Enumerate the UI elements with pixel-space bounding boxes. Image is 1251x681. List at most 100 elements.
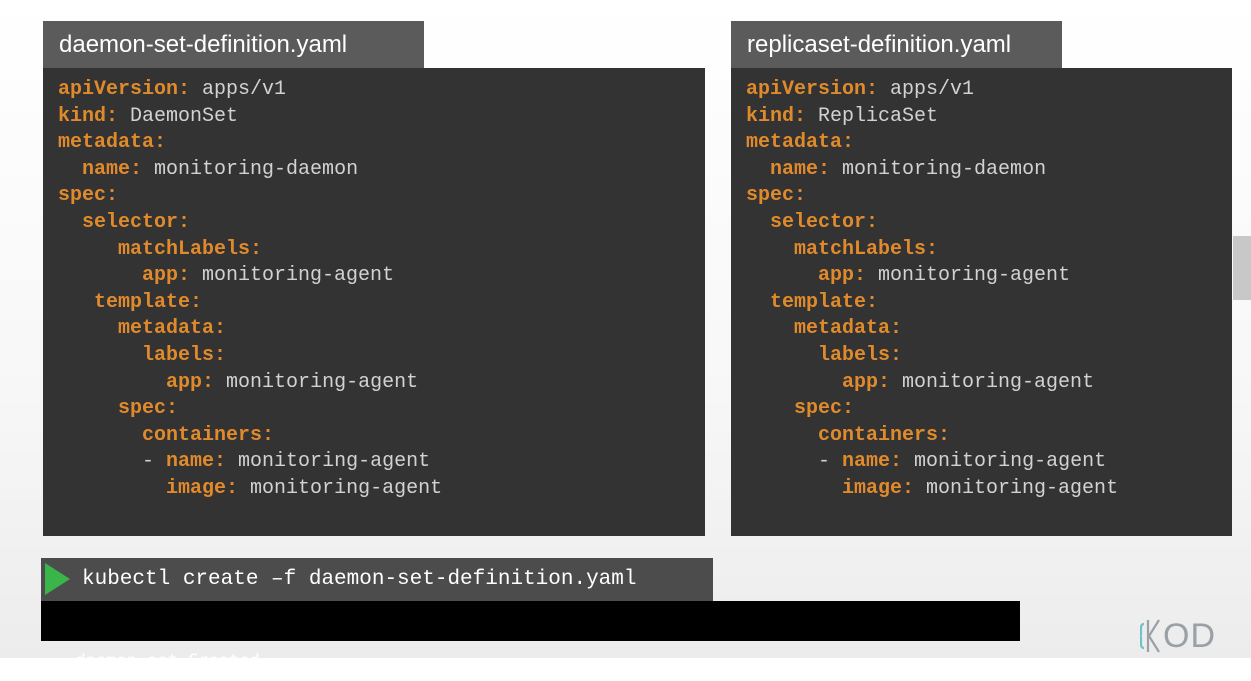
yaml-key: image: — [166, 476, 239, 500]
command-text: kubectl create –f daemon-set-definition.… — [82, 568, 637, 591]
yaml-key: labels: — [818, 343, 903, 367]
yaml-key: image: — [842, 476, 915, 500]
code-line: spec: — [58, 396, 705, 423]
code-line: labels: — [746, 343, 1232, 370]
yaml-key: app: — [142, 264, 191, 288]
play-icon[interactable] — [45, 563, 70, 595]
code-line: spec: — [58, 183, 705, 210]
yaml-value: DaemonSet — [118, 104, 239, 128]
yaml-key: spec: — [58, 184, 119, 208]
code-line: template: — [58, 290, 705, 317]
yaml-key: name: — [82, 157, 143, 181]
yaml-key: selector: — [82, 210, 191, 234]
yaml-key: app: — [842, 370, 891, 394]
kodekloud-logo: OD — [1140, 616, 1216, 656]
code-line: spec: — [746, 183, 1232, 210]
yaml-key: name: — [842, 450, 903, 474]
code-line: selector: — [58, 210, 705, 237]
code-line: name: monitoring-daemon — [746, 157, 1232, 184]
daemonset-file-name: daemon-set-definition.yaml — [59, 31, 348, 58]
side-scroll-handle[interactable] — [1233, 236, 1251, 300]
yaml-key: spec: — [746, 184, 807, 208]
replicaset-code-panel: apiVersion: apps/v1 kind: ReplicaSet metad… — [731, 68, 1232, 536]
code-line: image: monitoring-agent — [58, 476, 705, 503]
yaml-key: template: — [94, 290, 203, 314]
replicaset-file-tab: replicaset-definition.yaml — [731, 21, 1062, 68]
code-line: labels: — [58, 343, 705, 370]
yaml-key: apiVersion: — [746, 78, 879, 101]
yaml-key: name: — [770, 157, 831, 181]
code-line: - name: monitoring-agent — [58, 449, 705, 476]
yaml-key: name: — [166, 450, 227, 474]
yaml-key: matchLabels: — [794, 237, 939, 261]
code-line: containers: — [746, 423, 1232, 450]
yaml-value: apps/v1 — [190, 78, 287, 101]
yaml-key: app: — [818, 264, 867, 288]
yaml-value: apps/v1 — [878, 78, 975, 101]
code-line: app: monitoring-agent — [58, 263, 705, 290]
yaml-key: template: — [770, 290, 879, 314]
yaml-key: kind: — [746, 104, 807, 128]
yaml-key: kind: — [58, 104, 119, 128]
code-list-dash: - — [142, 450, 167, 474]
yaml-value: monitoring-agent — [226, 450, 431, 474]
code-line: spec: — [746, 396, 1232, 423]
yaml-key: containers: — [142, 423, 275, 447]
code-line: apiVersion: apps/v1 — [58, 77, 705, 104]
yaml-value: monitoring-agent — [238, 476, 443, 500]
replicaset-file-name: replicaset-definition.yaml — [747, 31, 1012, 58]
command-output-text: daemon-set Created — [75, 651, 260, 671]
yaml-value: monitoring-agent — [866, 264, 1071, 288]
code-line: - name: monitoring-agent — [746, 449, 1232, 476]
daemonset-file-tab: daemon-set-definition.yaml — [43, 21, 424, 68]
yaml-key: spec: — [794, 397, 855, 421]
code-line: app: monitoring-agent — [746, 370, 1232, 397]
yaml-value: monitoring-daemon — [830, 157, 1047, 181]
code-line: metadata: — [746, 316, 1232, 343]
code-line: name: monitoring-daemon — [58, 157, 705, 184]
command-output: daemon-set Created — [41, 601, 1020, 671]
yaml-value: monitoring-agent — [902, 450, 1107, 474]
code-line: app: monitoring-agent — [58, 370, 705, 397]
daemonset-code-panel: apiVersion: apps/v1 kind: DaemonSet metada… — [43, 68, 705, 536]
code-line: apiVersion: apps/v1 — [746, 77, 1232, 104]
code-list-dash: - — [818, 450, 843, 474]
yaml-value: monitoring-daemon — [142, 157, 359, 181]
yaml-key: selector: — [770, 210, 879, 234]
yaml-key: apiVersion: — [58, 78, 191, 101]
code-line: metadata: — [746, 130, 1232, 157]
code-line: kind: ReplicaSet — [746, 104, 1232, 131]
logo-text: OD — [1163, 617, 1216, 655]
yaml-key: metadata: — [794, 317, 903, 341]
code-line: metadata: — [58, 130, 705, 157]
code-line: template: — [746, 290, 1232, 317]
command-bar: kubectl create –f daemon-set-definition.… — [41, 558, 713, 602]
yaml-key: metadata: — [58, 131, 167, 155]
yaml-key: matchLabels: — [118, 237, 263, 261]
yaml-key: containers: — [818, 423, 951, 447]
code-line: matchLabels: — [746, 237, 1232, 264]
yaml-value: ReplicaSet — [806, 104, 939, 128]
